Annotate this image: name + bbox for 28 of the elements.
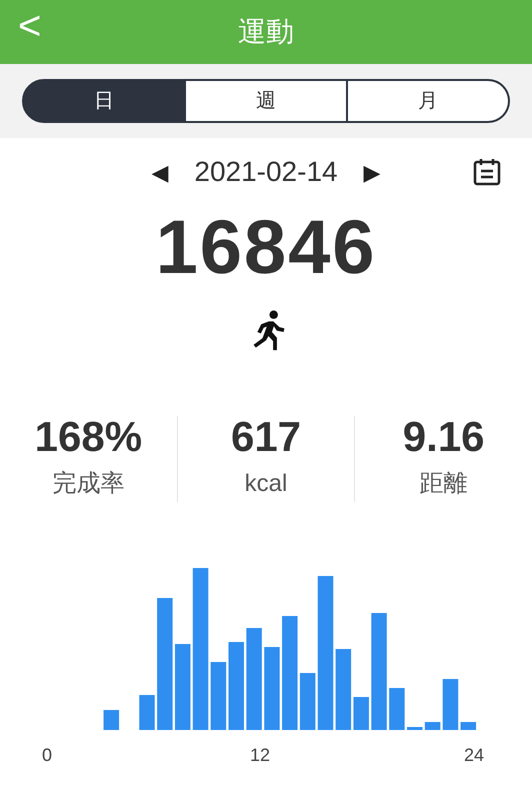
chart-bar [442,679,458,730]
chart-bar [300,673,316,730]
chart-bar [210,662,226,730]
chart-bar [407,727,422,730]
next-day-button[interactable]: ▶ [364,156,381,188]
tab[interactable]: 月 [348,79,510,123]
chart-bar [104,710,120,730]
step-count: 16846 [154,210,378,286]
stat-label: 距離 [420,469,468,499]
tab[interactable]: 日 [22,79,186,123]
stat-label: kcal [244,469,288,499]
date-label: 2021-02-14 [194,155,338,189]
axis-label: 24 [464,744,484,767]
chart-bar [389,688,405,730]
previous-day-button[interactable]: ◀ [151,156,168,188]
chart-bar [424,722,440,730]
stat-value: 168% [34,416,142,458]
chart-bar [139,695,155,730]
stat-label: 完成率 [52,469,124,499]
calendar-icon[interactable] [472,157,502,187]
axis-label: 12 [250,744,270,767]
stat-value: 617 [230,416,302,458]
page-title: 運動 [238,15,294,49]
chart-bar [460,722,476,730]
tab[interactable]: 週 [186,79,348,123]
axis-label: 0 [42,744,52,767]
chart-bar [353,697,369,730]
stat-value: 9.16 [402,416,485,458]
